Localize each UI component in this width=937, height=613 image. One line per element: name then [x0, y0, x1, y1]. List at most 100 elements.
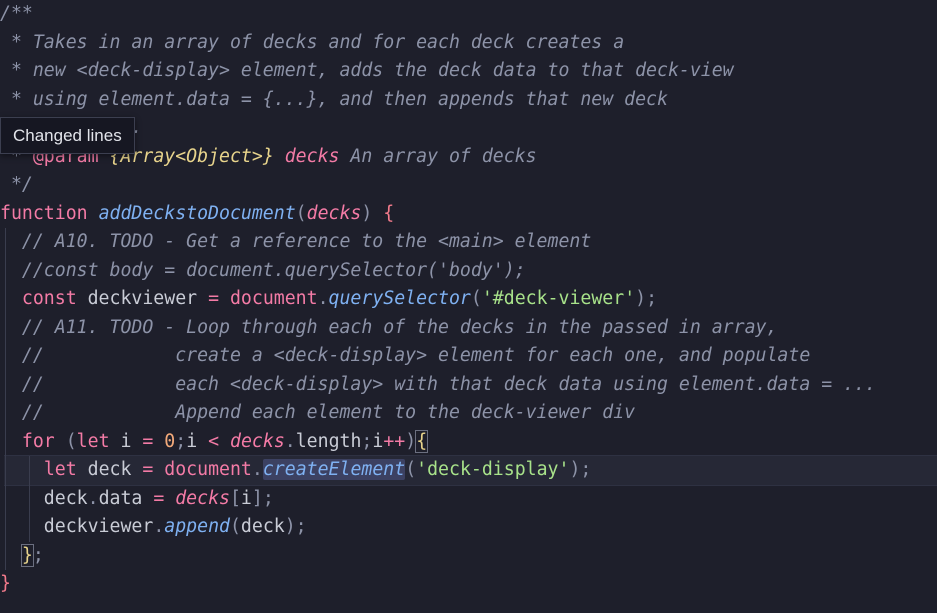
code-token: // create a <deck-display> element for e…	[0, 345, 811, 366]
code-token: decks	[230, 430, 285, 452]
code-line[interactable]: // each <deck-display> with that deck da…	[0, 371, 876, 400]
code-token: querySelector	[328, 288, 471, 309]
code-token: decks	[175, 487, 230, 509]
code-token: let	[43, 459, 77, 480]
code-token: =	[208, 288, 220, 309]
code-line[interactable]: // A11. TODO - Loop through each of the …	[0, 314, 778, 343]
code-line[interactable]: // create a <deck-display> element for e…	[0, 342, 810, 371]
code-token: [	[229, 487, 241, 509]
code-token: append	[164, 516, 230, 537]
code-token: ];	[251, 487, 274, 509]
code-token: decks	[273, 145, 340, 167]
code-token: deckviewer	[0, 516, 154, 537]
code-token: ++	[383, 430, 406, 452]
code-line[interactable]: deck.data = decks[i];	[0, 485, 274, 514]
code-token: addDeckstoDocument	[98, 202, 296, 224]
code-token: */	[0, 174, 33, 195]
code-token: length	[295, 430, 362, 452]
code-line[interactable]: * new <deck-display> element, adds the d…	[0, 57, 734, 86]
code-token: document	[229, 288, 318, 309]
code-token: );	[635, 288, 658, 309]
changed-lines-tooltip: Changed lines	[0, 117, 135, 154]
code-token: );	[569, 459, 592, 480]
code-token: i	[372, 430, 384, 452]
code-token: )	[361, 202, 373, 224]
code-token: }	[0, 573, 11, 594]
code-token: document	[164, 459, 252, 480]
code-token: i	[240, 487, 252, 509]
code-line[interactable]: // Append each element to the deck-viewe…	[0, 399, 635, 428]
code-token: .	[153, 516, 165, 537]
code-token: .	[87, 487, 99, 509]
code-token: }	[262, 145, 274, 167]
code-token: {	[415, 429, 429, 453]
code-token: .	[284, 430, 296, 452]
code-token: =	[153, 487, 165, 509]
code-token: }	[20, 543, 34, 567]
code-line[interactable]: let deck = document.createElement('deck-…	[0, 456, 591, 485]
code-token: let	[76, 430, 110, 452]
code-token: Array<Object>	[120, 145, 263, 167]
code-token: An array of decks	[339, 145, 537, 167]
code-token: );	[284, 516, 307, 537]
code-line[interactable]: }	[0, 570, 11, 599]
code-token: * using element.data = {...}, and then a…	[0, 88, 668, 110]
code-token: (	[295, 202, 307, 224]
code-token: ;	[175, 430, 187, 452]
code-token: // A11. TODO - Loop through each of the …	[0, 316, 778, 338]
code-token: function	[0, 202, 88, 224]
code-token: i	[186, 430, 209, 452]
code-line[interactable]: // A10. TODO - Get a reference to the <m…	[0, 228, 591, 257]
code-token: ;	[361, 430, 373, 452]
code-token: .	[251, 459, 263, 480]
code-line[interactable]: //const body = document.querySelector('b…	[0, 257, 526, 286]
code-line[interactable]: */	[0, 171, 33, 200]
code-line[interactable]: /**	[0, 0, 33, 29]
code-token: )	[405, 430, 417, 452]
code-token: (	[405, 459, 417, 480]
code-line[interactable]: deckviewer.append(deck);	[0, 513, 307, 542]
code-token: i	[109, 430, 143, 452]
code-token: /**	[0, 3, 33, 24]
code-editor[interactable]: /** * Takes in an array of decks and for…	[0, 0, 937, 613]
code-line[interactable]: const deckviewer = document.querySelecto…	[0, 285, 657, 314]
code-token: (	[229, 516, 241, 537]
code-line[interactable]: * using element.data = {...}, and then a…	[0, 86, 668, 115]
code-token: // Append each element to the deck-viewe…	[0, 402, 636, 423]
code-token: decks	[306, 202, 362, 224]
code-token: {	[383, 202, 395, 224]
code-token: (	[54, 430, 77, 452]
code-token: 'deck-display'	[416, 459, 570, 480]
code-token: 0	[164, 430, 176, 452]
code-token: deck	[0, 487, 88, 509]
code-line[interactable]: function addDeckstoDocument(decks) {	[0, 200, 394, 229]
code-token: <	[208, 430, 220, 452]
code-token: deckviewer	[76, 288, 209, 309]
code-token: // A10. TODO - Get a reference to the <m…	[0, 231, 592, 252]
code-token: data	[98, 487, 154, 509]
code-line[interactable]: for (let i = 0;i < decks.length;i++){	[0, 428, 429, 457]
code-line[interactable]: };	[0, 542, 44, 571]
code-token: '#deck-viewer'	[481, 288, 636, 309]
code-token: =	[142, 430, 154, 452]
code-token: .	[317, 288, 329, 309]
code-token: const	[21, 288, 77, 309]
code-token: createElement	[262, 459, 406, 480]
code-token: ;	[32, 544, 44, 566]
code-token: deck	[76, 459, 143, 480]
code-line[interactable]: * Takes in an array of decks and for eac…	[0, 29, 624, 58]
code-token: (	[470, 288, 482, 309]
code-token: * new <deck-display> element, adds the d…	[0, 60, 734, 81]
code-token: for	[21, 430, 55, 452]
code-token: deck	[240, 516, 285, 537]
